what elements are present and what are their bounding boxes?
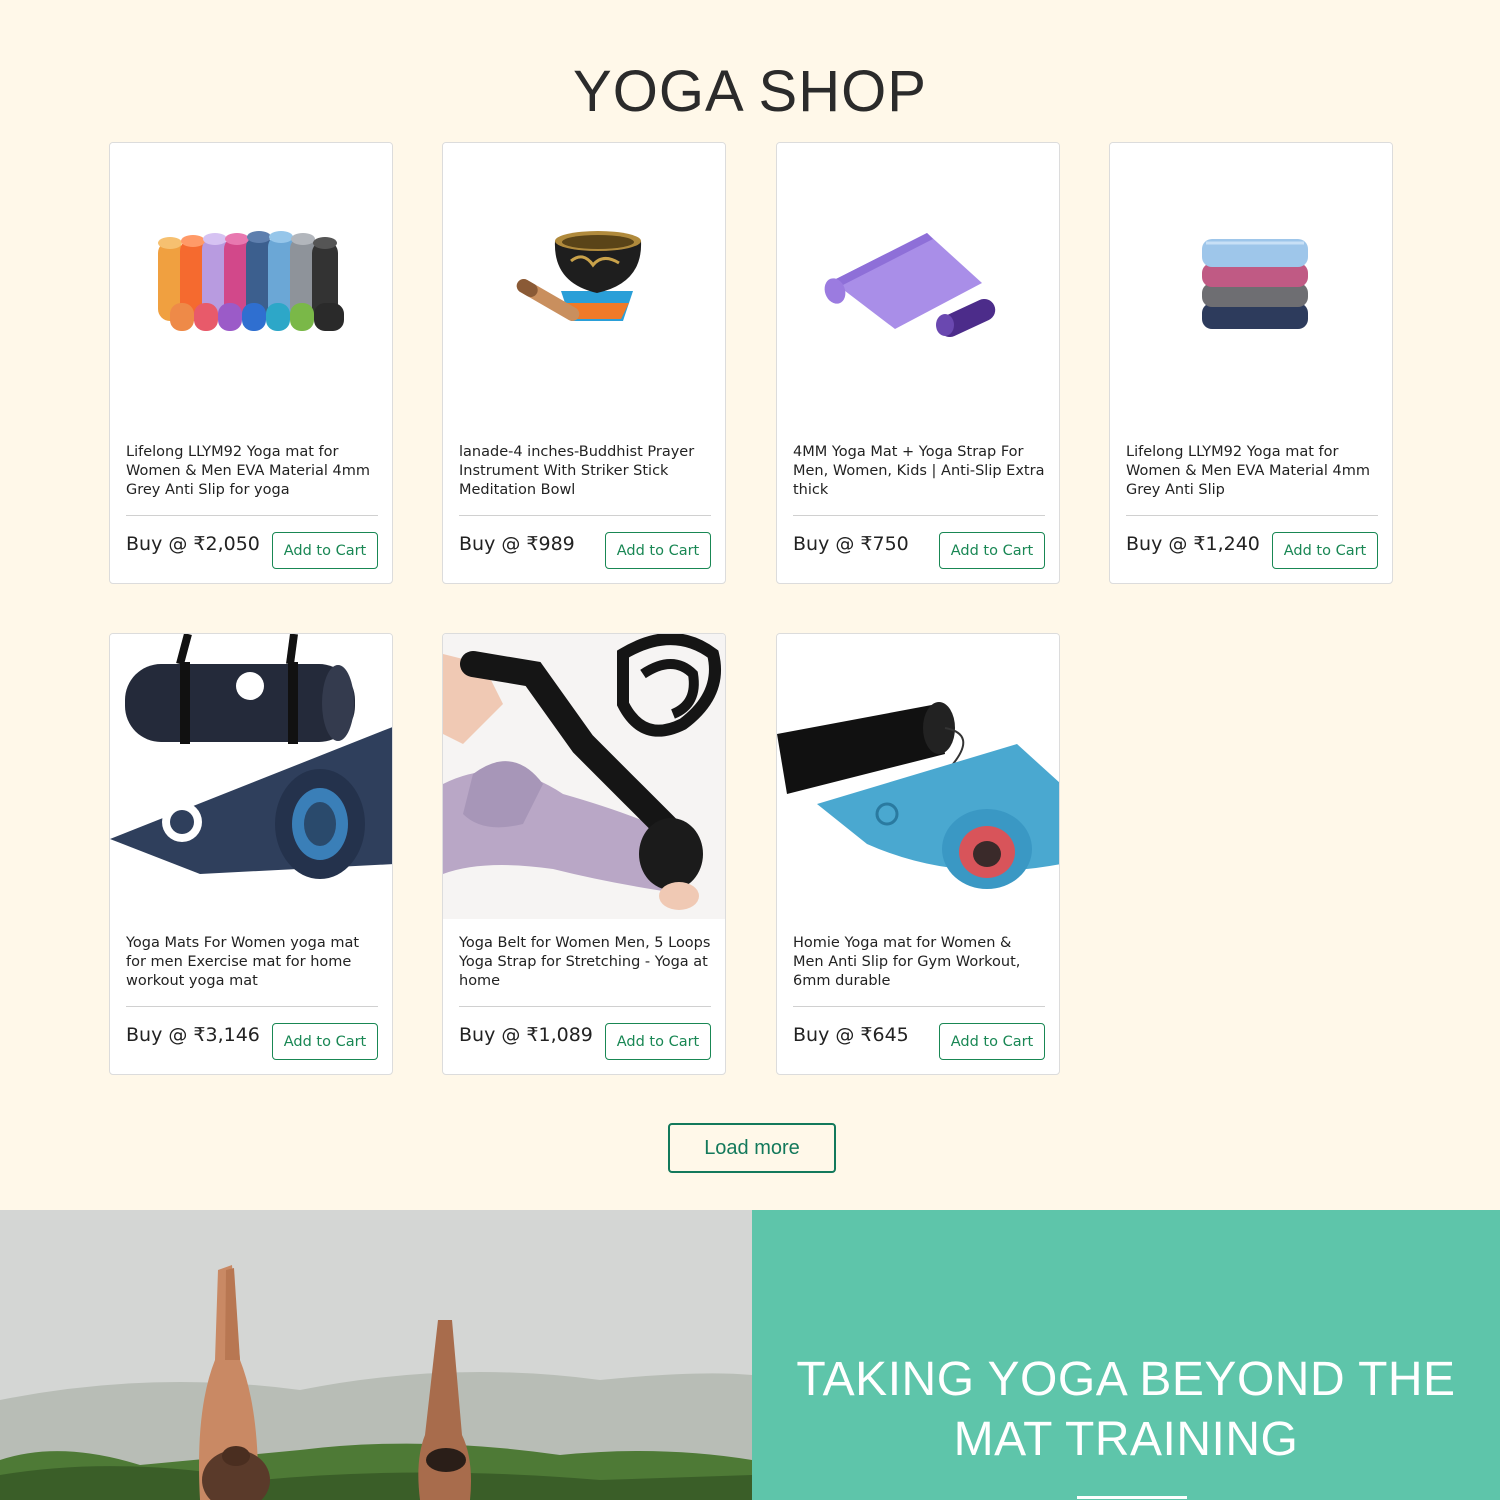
product-card: lanade-4 inches-Buddhist Prayer Instrume… <box>442 142 726 584</box>
singing-bowl-image[interactable] <box>443 143 725 428</box>
divider <box>1126 515 1378 516</box>
product-price: Buy @ ₹2,050 <box>126 533 260 555</box>
product-card: Yoga Belt for Women Men, 5 Loops Yoga St… <box>442 633 726 1075</box>
divider <box>126 515 378 516</box>
add-to-cart-button[interactable]: Add to Cart <box>939 532 1045 569</box>
purple-yoga-mat-image[interactable] <box>777 143 1059 428</box>
navy-yoga-mat-image[interactable] <box>110 634 392 919</box>
product-price: Buy @ ₹989 <box>459 533 575 555</box>
product-price: Buy @ ₹3,146 <box>126 1024 260 1046</box>
product-card: Homie Yoga mat for Women & Men Anti Slip… <box>776 633 1060 1075</box>
product-name: Homie Yoga mat for Women & Men Anti Slip… <box>793 935 1021 989</box>
product-name: 4MM Yoga Mat + Yoga Strap For Men, Women… <box>793 444 1045 498</box>
add-to-cart-button[interactable]: Add to Cart <box>272 532 378 569</box>
folded-yoga-towels-image[interactable] <box>1110 143 1392 428</box>
banner-heading: TAKING YOGA BEYOND THE MAT TRAINING <box>752 1350 1500 1470</box>
product-card: Lifelong LLYM92 Yoga mat for Women & Men… <box>1109 142 1393 584</box>
divider <box>126 1006 378 1007</box>
product-price: Buy @ ₹750 <box>793 533 909 555</box>
banner-heading-line1: TAKING YOGA BEYOND THE <box>796 1353 1456 1406</box>
load-more-button[interactable]: Load more <box>668 1123 836 1173</box>
divider <box>793 515 1045 516</box>
product-name: Lifelong LLYM92 Yoga mat for Women & Men… <box>126 444 371 498</box>
banner-heading-line2: MAT TRAINING <box>953 1413 1299 1466</box>
add-to-cart-button[interactable]: Add to Cart <box>272 1023 378 1060</box>
product-card: 4MM Yoga Mat + Yoga Strap For Men, Women… <box>776 142 1060 584</box>
product-card: Yoga Mats For Women yoga mat for men Exe… <box>109 633 393 1075</box>
product-price: Buy @ ₹645 <box>793 1024 909 1046</box>
add-to-cart-button[interactable]: Add to Cart <box>1272 532 1378 569</box>
divider <box>459 1006 711 1007</box>
product-price: Buy @ ₹1,240 <box>1126 533 1260 555</box>
product-card: Lifelong LLYM92 Yoga mat for Women & Men… <box>109 142 393 584</box>
page-title: YOGA SHOP <box>573 59 927 124</box>
banner-panel: TAKING YOGA BEYOND THE MAT TRAINING <box>752 1210 1500 1500</box>
blue-yoga-mat-with-bag-image[interactable] <box>777 634 1059 919</box>
divider <box>459 515 711 516</box>
product-name: Yoga Belt for Women Men, 5 Loops Yoga St… <box>459 935 711 989</box>
add-to-cart-button[interactable]: Add to Cart <box>939 1023 1045 1060</box>
divider <box>793 1006 1045 1007</box>
product-name: lanade-4 inches-Buddhist Prayer Instrume… <box>459 444 695 498</box>
yoga-strap-image[interactable] <box>443 634 725 919</box>
colorful-yoga-mats-image[interactable] <box>110 143 392 428</box>
add-to-cart-button[interactable]: Add to Cart <box>605 532 711 569</box>
product-price: Buy @ ₹1,089 <box>459 1024 593 1046</box>
add-to-cart-button[interactable]: Add to Cart <box>605 1023 711 1060</box>
product-name: Yoga Mats For Women yoga mat for men Exe… <box>126 935 360 989</box>
product-name: Lifelong LLYM92 Yoga mat for Women & Men… <box>1126 444 1371 498</box>
heading-underline <box>1077 1496 1187 1499</box>
outdoor-yoga-photo <box>0 1210 752 1500</box>
